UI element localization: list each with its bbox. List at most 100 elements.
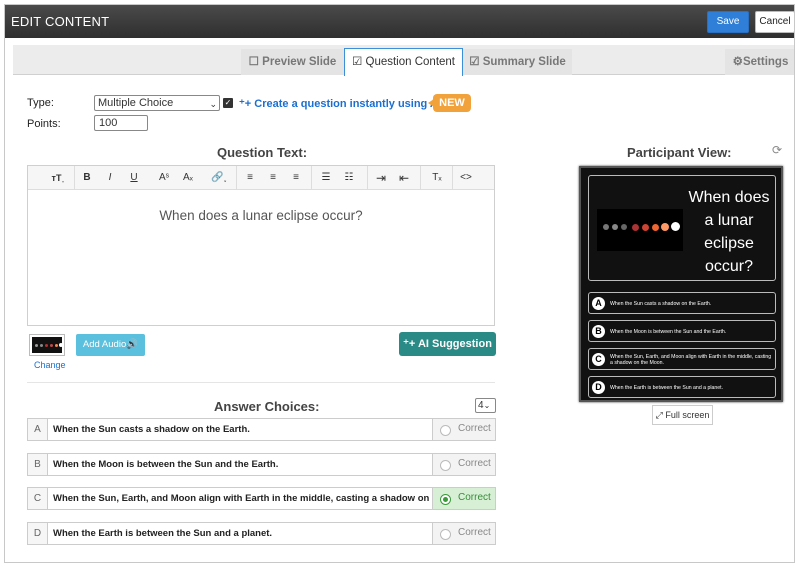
question-text-title: Question Text:: [217, 145, 308, 160]
toolbar-separator: [236, 166, 237, 190]
correct-toggle[interactable]: Correct: [432, 418, 496, 441]
answer-letter: A: [27, 418, 48, 441]
checked-box-icon: ☑: [351, 56, 363, 68]
link-icon[interactable]: 🔗˯: [211, 171, 227, 185]
preview-question-box: When does a lunar eclipse occur?: [588, 175, 776, 281]
question-editor[interactable]: ᴛT˯ B I U Aˢ Aₓ 🔗˯ ≡ ≡ ≡ ☰ ☷ ⇥ ⇤ Tₓ <> W…: [27, 165, 495, 326]
save-button[interactable]: Save: [707, 11, 749, 33]
outdent-icon[interactable]: ⇤: [396, 171, 412, 185]
bold-icon[interactable]: B: [79, 171, 95, 185]
preview-answer-text: When the Sun casts a shadow on the Earth…: [610, 301, 712, 307]
answer-letter: D: [27, 522, 48, 545]
answer-row: B When the Moon is between the Sun and th…: [27, 453, 496, 476]
clear-format-icon[interactable]: Tₓ: [429, 171, 445, 185]
divider: [27, 382, 495, 383]
checkbox-icon[interactable]: ✓: [223, 98, 233, 108]
tab-settings[interactable]: ⚙Settings: [725, 49, 794, 75]
question-text-content[interactable]: When does a lunar eclipse occur?: [28, 208, 494, 223]
italic-icon[interactable]: I: [102, 171, 118, 185]
add-audio-label: Add Audio: [82, 339, 127, 350]
bullet-list-icon[interactable]: ☰: [318, 171, 334, 185]
type-label: Type:: [27, 97, 54, 109]
numbered-list-icon[interactable]: ☷: [341, 171, 357, 185]
indent-icon[interactable]: ⇥: [373, 171, 389, 185]
toolbar-separator: [452, 166, 453, 190]
question-image-thumbnail[interactable]: [29, 334, 65, 356]
correct-label: Correct: [458, 492, 491, 503]
tab-preview-slide[interactable]: ☐ Preview Slide: [241, 49, 344, 75]
gear-icon: ⚙: [732, 56, 743, 68]
answer-input[interactable]: When the Moon is between the Sun and the…: [48, 453, 453, 476]
tab-label: Preview Slide: [262, 56, 337, 68]
tab-question-content[interactable]: ☑ Question Content: [344, 48, 463, 76]
toolbar-separator: [420, 166, 421, 190]
add-audio-button[interactable]: Add Audio🔊: [76, 334, 145, 356]
preview-answer-letter: D: [592, 381, 605, 394]
superscript-icon[interactable]: Aˢ: [156, 171, 172, 185]
type-select-value: Multiple Choice: [98, 97, 174, 109]
cancel-button[interactable]: Cancel: [755, 11, 794, 33]
correct-label: Correct: [458, 458, 491, 469]
preview-answer-letter: A: [592, 297, 605, 310]
correct-toggle[interactable]: Correct: [432, 453, 496, 476]
correct-label: Correct: [458, 423, 491, 434]
align-right-icon[interactable]: ≡: [288, 171, 304, 185]
toolbar-separator: [367, 166, 368, 190]
preview-answer-text: When the Earth is between the Sun and a …: [610, 385, 724, 391]
new-badge: NEW: [428, 94, 471, 112]
code-icon[interactable]: <>: [458, 171, 474, 185]
align-left-icon[interactable]: ≡: [242, 171, 258, 185]
tab-label: Question Content: [365, 56, 456, 68]
ai-create-link-text: Create a question instantly using AI.: [254, 98, 444, 110]
sparkle-icon: ⁺+: [239, 98, 252, 110]
checked-box-icon: ☑: [469, 56, 480, 68]
chevron-down-icon: ⌄: [209, 99, 217, 109]
font-size-icon[interactable]: ᴛT˯: [50, 171, 66, 185]
preview-answer: C When the Sun, Earth, and Moon align wit…: [588, 348, 776, 370]
refresh-icon[interactable]: ⟳: [772, 143, 782, 157]
speaker-icon: 🔊: [126, 339, 139, 350]
underline-icon[interactable]: U: [126, 171, 142, 185]
chevron-down-icon: ⌄: [483, 401, 491, 410]
tab-label: Settings: [742, 56, 789, 68]
preview-question-text: When does a lunar eclipse occur?: [688, 189, 770, 275]
sparkle-icon: ⁺+: [403, 338, 416, 350]
tab-bar: ☐ Preview Slide ☑ Question Content ☑ Sum…: [13, 45, 794, 76]
answer-input[interactable]: When the Sun, Earth, and Moon align with…: [48, 487, 453, 510]
preview-answer: A When the Sun casts a shadow on the Eart…: [588, 292, 776, 314]
points-input[interactable]: 100: [94, 115, 148, 131]
change-image-link[interactable]: Change: [34, 360, 66, 370]
participant-preview: When does a lunar eclipse occur? A When t…: [579, 166, 783, 402]
expand-icon: ⤢: [655, 410, 663, 420]
answer-choices-title: Answer Choices:: [214, 399, 320, 414]
eclipse-image: [597, 209, 683, 251]
dialog-header: EDIT CONTENT Save Cancel: [5, 5, 794, 38]
answer-letter: B: [27, 453, 48, 476]
type-select[interactable]: Multiple Choice ⌄: [94, 95, 220, 111]
correct-toggle[interactable]: Correct: [432, 522, 496, 545]
ai-suggestion-button[interactable]: ⁺+ AI Suggestion: [399, 332, 496, 356]
correct-toggle[interactable]: Correct: [432, 487, 496, 510]
toolbar-separator: [74, 166, 75, 190]
eclipse-image: [32, 337, 63, 353]
full-screen-button[interactable]: ⤢ Full screen: [652, 405, 713, 425]
checkbox-icon: ☐: [248, 56, 259, 68]
answer-input[interactable]: When the Sun casts a shadow on the Earth…: [48, 418, 453, 441]
preview-answer: B When the Moon is between the Sun and th…: [588, 320, 776, 342]
answer-count-select[interactable]: 4⌄: [475, 398, 496, 413]
preview-answer-text: When the Sun, Earth, and Moon align with…: [610, 354, 772, 366]
tab-label: Summary Slide: [482, 56, 566, 68]
preview-answer-letter: C: [592, 353, 605, 366]
answer-input[interactable]: When the Earth is between the Sun and a …: [48, 522, 453, 545]
preview-answer-letter: B: [592, 325, 605, 338]
tab-summary-slide[interactable]: ☑ Summary Slide: [463, 49, 572, 75]
align-center-icon[interactable]: ≡: [265, 171, 281, 185]
ai-create-link[interactable]: ⁺+ Create a question instantly using AI.: [239, 97, 444, 110]
correct-label: Correct: [458, 527, 491, 538]
ai-suggestion-label: AI Suggestion: [417, 338, 492, 350]
radio-icon: [440, 494, 451, 505]
answer-letter: C: [27, 487, 48, 510]
answer-row: C When the Sun, Earth, and Moon align wit…: [27, 487, 496, 510]
toolbar-separator: [311, 166, 312, 190]
subscript-icon[interactable]: Aₓ: [180, 171, 196, 185]
